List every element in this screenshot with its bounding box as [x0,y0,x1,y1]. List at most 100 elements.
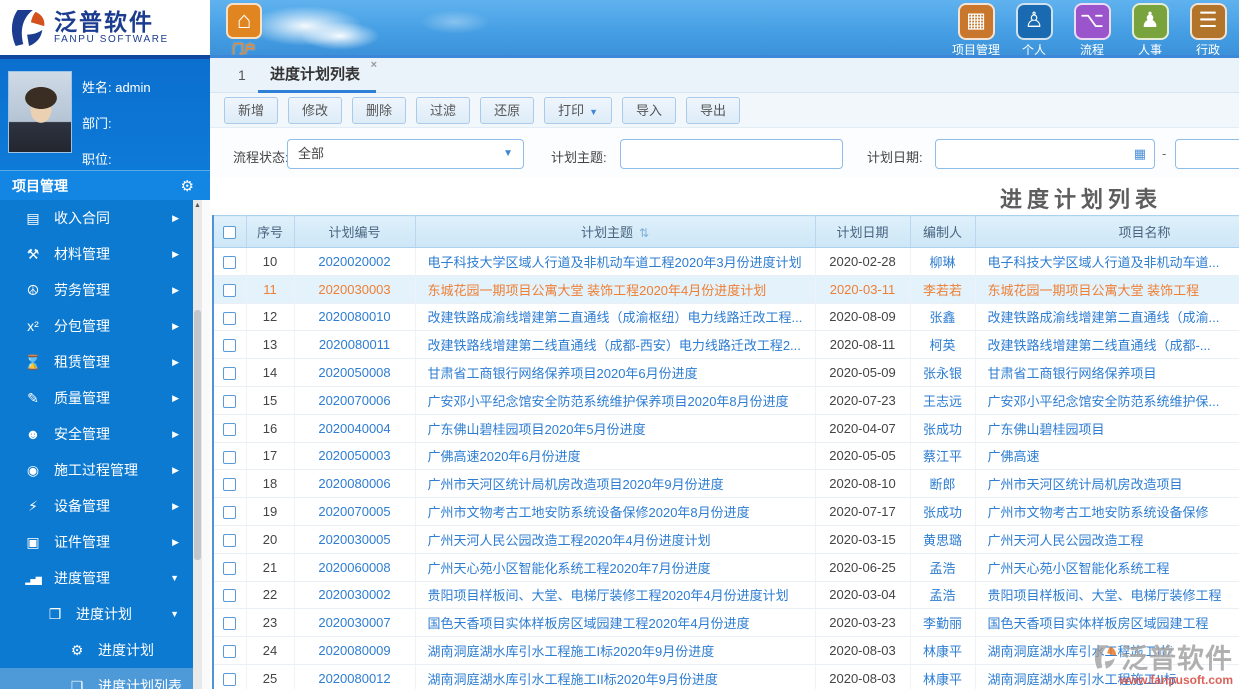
nav-module[interactable]: ▦项目管理 [947,3,1005,58]
plan-number-link[interactable]: 2020050003 [318,448,390,463]
project-name-link[interactable]: 甘肃省工商银行网络保养项目 [988,366,1157,381]
project-name-link[interactable]: 广州天心苑小区智能化系统工程 [988,561,1170,576]
row-checkbox[interactable] [223,562,236,575]
plan-number-link[interactable]: 2020080012 [318,671,390,686]
subject-input[interactable] [620,139,843,169]
toolbar-button-导出[interactable]: 导出 [686,97,740,124]
row-checkbox[interactable] [223,284,236,297]
compiler-link[interactable]: 柳琳 [929,255,955,270]
plan-number-link[interactable]: 2020030005 [318,532,390,547]
column-header-计划主题[interactable]: 计划主题⇅ [415,216,815,248]
project-name-link[interactable]: 电子科技大学区域人行道及非机动车道... [988,255,1220,270]
sidebar-item[interactable]: ⚙进度计划 [0,632,193,668]
status-select[interactable]: 全部 ▼ [287,139,524,169]
plan-subject-link[interactable]: 甘肃省工商银行网络保养项目2020年6月份进度 [428,366,698,381]
select-all-checkbox[interactable] [223,226,236,239]
sidebar-item[interactable]: ⚡设备管理▶ [0,488,193,524]
column-header-计划日期[interactable]: 计划日期 [815,216,910,248]
plan-number-link[interactable]: 2020030003 [318,282,390,297]
project-name-link[interactable]: 东城花园一期项目公寓大堂 装饰工程 [988,283,1200,298]
toolbar-button-修改[interactable]: 修改 [288,97,342,124]
plan-subject-link[interactable]: 湖南洞庭湖水库引水工程施工II标2020年9月份进度 [428,672,718,687]
row-checkbox[interactable] [223,312,236,325]
sidebar-item[interactable]: x²分包管理▶ [0,308,193,344]
plan-subject-link[interactable]: 电子科技大学区域人行道及非机动车道工程2020年3月份进度计划 [428,255,802,270]
compiler-link[interactable]: 张鑫 [929,310,955,325]
plan-number-link[interactable]: 2020020002 [318,254,390,269]
plan-number-link[interactable]: 2020030002 [318,587,390,602]
plan-number-link[interactable]: 2020050008 [318,365,390,380]
nav-module[interactable]: ♟人事 [1121,3,1179,58]
sidebar-item[interactable]: ☻安全管理▶ [0,416,193,452]
column-header-select[interactable] [214,216,246,248]
sidebar-item[interactable]: ⌛租赁管理▶ [0,344,193,380]
toolbar-button-打印[interactable]: 打印▼ [544,97,612,124]
date-to-input[interactable] [1175,139,1239,169]
plan-number-link[interactable]: 2020070005 [318,504,390,519]
plan-number-link[interactable]: 2020080009 [318,643,390,658]
compiler-link[interactable]: 李若若 [923,283,962,298]
row-checkbox[interactable] [223,339,236,352]
row-checkbox[interactable] [223,645,236,658]
sidebar-item[interactable]: ❏进度计划列表 [0,668,193,689]
plan-subject-link[interactable]: 东城花园一期项目公寓大堂 装饰工程2020年4月份进度计划 [428,283,767,298]
toolbar-button-导入[interactable]: 导入 [622,97,676,124]
compiler-link[interactable]: 林康平 [923,644,962,659]
project-name-link[interactable]: 广东佛山碧桂园项目 [988,422,1105,437]
compiler-link[interactable]: 断郎 [929,477,955,492]
row-checkbox[interactable] [223,673,236,686]
plan-subject-link[interactable]: 国色天香项目实体样板房区域园建工程2020年4月份进度 [428,616,750,631]
plan-subject-link[interactable]: 广州市文物考古工地安防系统设备保修2020年8月份进度 [428,505,750,520]
plan-subject-link[interactable]: 广州市天河区统计局机房改造项目2020年9月份进度 [428,477,724,492]
project-name-link[interactable]: 广州天河人民公园改造工程 [988,533,1144,548]
toolbar-button-新增[interactable]: 新增 [224,97,278,124]
portal-home-button[interactable]: ⌂ 门户 [222,3,266,57]
row-checkbox[interactable] [223,423,236,436]
row-checkbox[interactable] [223,367,236,380]
compiler-link[interactable]: 蔡江平 [923,449,962,464]
nav-module[interactable]: ♙个人 [1005,3,1063,58]
sidebar-item[interactable]: ◉施工过程管理▶ [0,452,193,488]
column-header-编制人[interactable]: 编制人 [910,216,975,248]
row-checkbox[interactable] [223,395,236,408]
column-header-序号[interactable]: 序号 [246,216,294,248]
plan-number-link[interactable]: 2020080010 [318,309,390,324]
plan-subject-link[interactable]: 湖南洞庭湖水库引水工程施工I标2020年9月份进度 [428,644,715,659]
plan-subject-link[interactable]: 贵阳项目样板间、大堂、电梯厅装修工程2020年4月份进度计划 [428,588,789,603]
project-name-link[interactable]: 广州市天河区统计局机房改造项目 [988,477,1183,492]
plan-subject-link[interactable]: 广州天河人民公园改造工程2020年4月份进度计划 [428,533,711,548]
compiler-link[interactable]: 林康平 [923,672,962,687]
plan-number-link[interactable]: 2020030007 [318,615,390,630]
project-name-link[interactable]: 贵阳项目样板间、大堂、电梯厅装修工程 [988,588,1222,603]
compiler-link[interactable]: 孟浩 [929,561,955,576]
plan-number-link[interactable]: 2020040004 [318,421,390,436]
row-checkbox[interactable] [223,256,236,269]
calendar-icon[interactable]: ▦ [1134,140,1146,168]
compiler-link[interactable]: 张成功 [923,505,962,520]
scroll-up-icon[interactable]: ▲ [193,202,202,209]
sidebar-item[interactable]: ❒进度计划▼ [0,596,193,632]
toolbar-button-过滤[interactable]: 过滤 [416,97,470,124]
plan-subject-link[interactable]: 改建铁路成渝线增建第二直通线（成渝枢纽）电力线路迁改工程... [428,310,803,325]
plan-number-link[interactable]: 2020060008 [318,560,390,575]
plan-subject-link[interactable]: 广佛高速2020年6月份进度 [428,449,581,464]
compiler-link[interactable]: 王志远 [923,394,962,409]
column-header-项目名称[interactable]: 项目名称 [975,216,1239,248]
plan-subject-link[interactable]: 广州天心苑小区智能化系统工程2020年7月份进度 [428,561,711,576]
compiler-link[interactable]: 柯英 [929,338,955,353]
compiler-link[interactable]: 孟浩 [929,588,955,603]
sidebar-item[interactable]: ☮劳务管理▶ [0,272,193,308]
row-checkbox[interactable] [223,534,236,547]
nav-module[interactable]: ⌥流程 [1063,3,1121,58]
project-name-link[interactable]: 广佛高速 [988,449,1040,464]
sidebar-item[interactable]: ▣证件管理▶ [0,524,193,560]
sidebar-scrollbar[interactable]: ▲ [193,200,202,689]
compiler-link[interactable]: 张成功 [923,422,962,437]
row-checkbox[interactable] [223,478,236,491]
project-name-link[interactable]: 改建铁路成渝线增建第二直通线（成渝... [988,310,1220,325]
project-name-link[interactable]: 广安邓小平纪念馆安全防范系统维护保... [988,394,1220,409]
toolbar-button-还原[interactable]: 还原 [480,97,534,124]
sidebar-item[interactable]: ▤收入合同▶ [0,200,193,236]
sort-icon[interactable]: ⇅ [639,226,649,240]
close-icon[interactable]: × [371,60,377,71]
